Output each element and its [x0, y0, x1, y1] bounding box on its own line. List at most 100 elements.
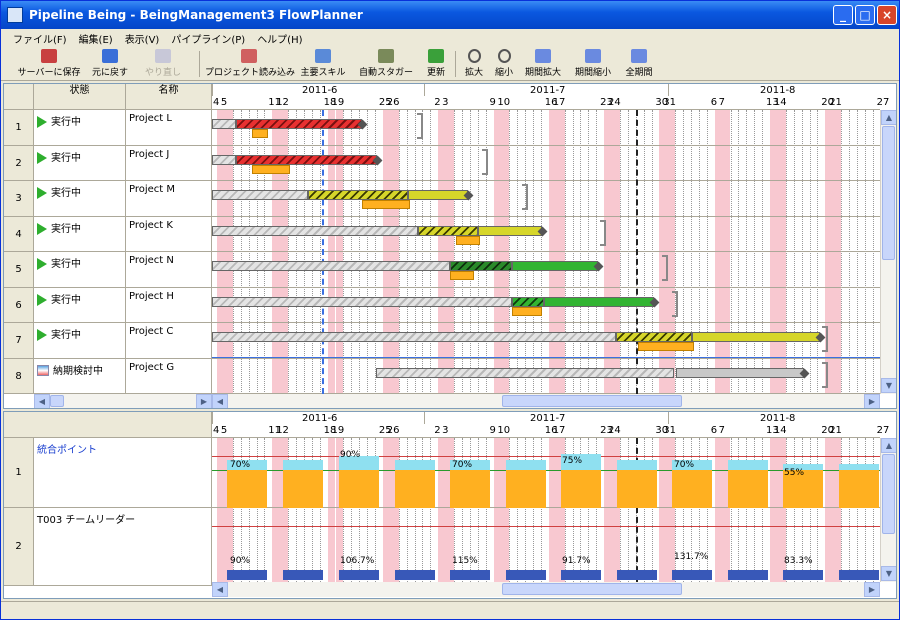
menu-edit[interactable]: 編集(E) [73, 29, 119, 48]
status-cell[interactable]: 実行中 [34, 181, 126, 217]
task-bar[interactable] [692, 332, 820, 342]
zoom-out-button[interactable]: 縮小 [491, 49, 517, 79]
period-shrink-button[interactable]: 期間縮小 [569, 49, 617, 79]
buffer-bar[interactable] [512, 306, 542, 316]
scroll-thumb[interactable] [502, 395, 682, 407]
name-cell[interactable]: Project N [126, 252, 212, 288]
task-bar[interactable] [376, 367, 674, 378]
resource-load-chart[interactable]: 70% 90% 70% 75% 70% 55% 90% 106.7% 115% 91.7% 131.… [212, 438, 880, 582]
buffer-bar[interactable] [362, 200, 410, 209]
scroll-right-button[interactable]: ▶ [864, 582, 880, 597]
task-bar[interactable] [236, 154, 377, 165]
menu-help[interactable]: ヘルプ(H) [251, 29, 308, 48]
name-cell[interactable]: Project J [126, 145, 212, 181]
name-cell[interactable]: Project H [126, 287, 212, 323]
scroll-thumb[interactable] [882, 454, 895, 534]
resource-name-cell[interactable]: T003 チームリーダー [34, 508, 212, 586]
task-bar[interactable] [212, 154, 236, 165]
task-bar[interactable] [408, 190, 468, 200]
name-cell[interactable]: Project K [126, 216, 212, 252]
resource-name-cell[interactable]: 統合ポイント [34, 438, 212, 508]
load-bar[interactable] [839, 470, 879, 508]
task-bar[interactable] [512, 296, 544, 307]
buffer-bar[interactable] [252, 164, 290, 174]
status-cell[interactable]: 実行中 [34, 216, 126, 252]
load-bar[interactable] [561, 570, 601, 580]
load-bar[interactable] [506, 470, 546, 508]
load-bar[interactable] [283, 470, 323, 508]
name-column-header[interactable]: 名称 [126, 84, 212, 110]
scroll-thumb[interactable] [50, 395, 64, 407]
upper-vertical-scrollbar[interactable]: ▲ ▼ [880, 110, 896, 394]
grid-horizontal-scrollbar[interactable]: ◀ ▶ [34, 394, 212, 408]
load-bar[interactable] [506, 570, 546, 580]
zoom-in-button[interactable]: 拡大 [461, 49, 487, 79]
task-bar[interactable] [478, 225, 542, 236]
task-bar[interactable] [212, 261, 450, 271]
task-bar[interactable] [418, 225, 478, 236]
scroll-up-button[interactable]: ▲ [881, 438, 896, 453]
task-bar[interactable] [212, 332, 616, 342]
status-cell[interactable]: 実行中 [34, 145, 126, 181]
load-bar[interactable] [395, 570, 435, 580]
scroll-left-button[interactable]: ◀ [34, 394, 50, 408]
scroll-up-button[interactable]: ▲ [881, 110, 896, 125]
auto-stagger-button[interactable]: 自動スタガー [357, 49, 415, 79]
task-bar[interactable] [308, 190, 408, 200]
scroll-left-button[interactable]: ◀ [212, 582, 228, 597]
task-bar[interactable] [212, 296, 512, 307]
menu-pipeline[interactable]: パイプライン(P) [165, 29, 251, 48]
task-bar[interactable] [212, 190, 308, 200]
status-cell[interactable]: 実行中 [34, 287, 126, 323]
task-bar[interactable] [512, 261, 598, 271]
name-cell[interactable]: Project C [126, 323, 212, 359]
refresh-button[interactable]: 更新 [423, 49, 449, 79]
buffer-bar[interactable] [638, 342, 694, 351]
load-bar[interactable] [617, 470, 657, 508]
load-bar[interactable] [783, 570, 823, 580]
task-bar[interactable] [212, 225, 418, 236]
task-bar[interactable] [450, 261, 512, 271]
load-bar[interactable] [395, 470, 435, 508]
scroll-right-button[interactable]: ▶ [864, 394, 880, 408]
load-bar[interactable] [672, 570, 712, 580]
minimize-button[interactable]: _ [833, 5, 853, 25]
load-bar[interactable] [283, 570, 323, 580]
scroll-thumb[interactable] [882, 126, 895, 260]
resource-horizontal-scrollbar[interactable]: ◀ ▶ [212, 582, 880, 597]
server-save-button[interactable]: サーバーに保存 [13, 49, 85, 79]
load-bar[interactable] [728, 470, 768, 508]
buffer-bar[interactable] [450, 271, 474, 280]
task-bar[interactable] [616, 332, 692, 342]
skill-button[interactable]: 主要スキル [297, 49, 349, 79]
scroll-down-button[interactable]: ▼ [881, 378, 896, 393]
status-cell[interactable]: 実行中 [34, 252, 126, 288]
project-load-button[interactable]: プロジェクト読み込み [205, 49, 295, 79]
menu-view[interactable]: 表示(V) [119, 29, 166, 48]
task-bar[interactable] [236, 119, 362, 129]
scroll-right-button[interactable]: ▶ [196, 394, 212, 408]
load-bar[interactable] [561, 470, 601, 508]
name-cell[interactable]: Project G [126, 358, 212, 394]
task-bar[interactable] [676, 367, 804, 378]
load-bar[interactable] [450, 470, 490, 508]
maximize-button[interactable]: □ [855, 5, 875, 25]
status-cell[interactable]: 実行中 [34, 110, 126, 146]
load-bar[interactable] [617, 570, 657, 580]
name-cell[interactable]: Project L [126, 110, 212, 146]
load-bar[interactable] [672, 470, 712, 508]
lower-vertical-scrollbar[interactable]: ▲ ▼ [880, 438, 896, 582]
gantt-chart[interactable] [212, 110, 880, 394]
full-period-button[interactable]: 全期間 [621, 49, 657, 79]
load-bar[interactable] [839, 570, 879, 580]
load-bar[interactable] [227, 570, 267, 580]
load-bar[interactable] [728, 570, 768, 580]
close-button[interactable]: × [877, 5, 897, 25]
status-column-header[interactable]: 状態 [34, 84, 126, 110]
buffer-bar[interactable] [252, 129, 268, 138]
load-bar[interactable] [339, 570, 379, 580]
undo-button[interactable]: 元に戻す [87, 49, 133, 79]
buffer-bar[interactable] [456, 235, 480, 245]
menu-file[interactable]: ファイル(F) [7, 29, 73, 48]
task-bar[interactable] [544, 296, 654, 307]
